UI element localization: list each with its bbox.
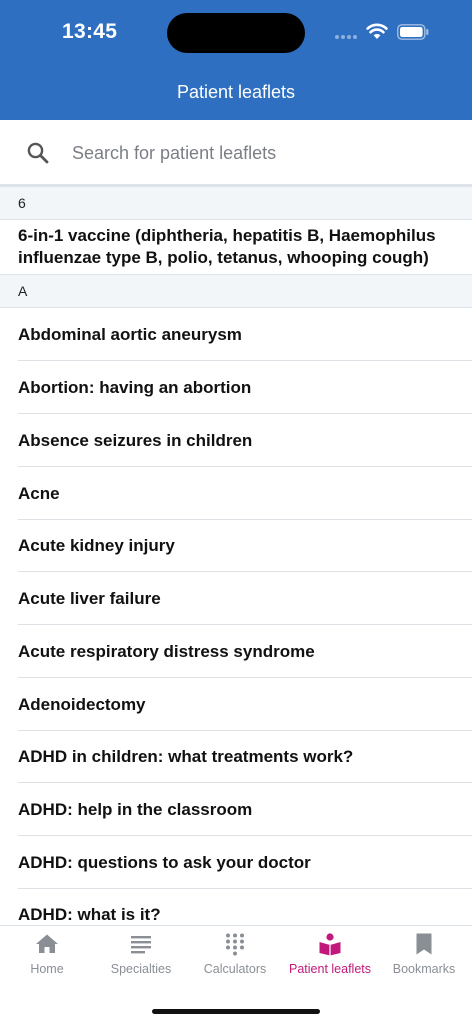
list-item-label: Acute liver failure	[18, 589, 161, 608]
list-icon	[131, 936, 151, 954]
list-item-label: Acne	[18, 484, 60, 503]
home-indicator	[152, 1009, 320, 1014]
battery-icon	[397, 24, 429, 40]
list-item[interactable]: Adenoidectomy	[0, 678, 472, 731]
tab-calculators[interactable]: Calculators	[188, 926, 282, 986]
tab-label: Patient leaflets	[289, 962, 371, 976]
home-icon	[36, 934, 58, 953]
list-item-label: ADHD: help in the classroom	[18, 800, 253, 819]
list-item-label: 6-in-1 vaccine (diphtheria, hepatitis B,…	[18, 226, 436, 267]
search-input[interactable]	[72, 138, 452, 168]
tab-bookmarks[interactable]: Bookmarks	[377, 926, 471, 986]
list-item[interactable]: Abortion: having an abortion	[0, 361, 472, 414]
list-item-label: Acute kidney injury	[18, 536, 175, 555]
book-icon	[319, 933, 341, 956]
tab-label: Specialties	[110, 962, 172, 976]
list-item[interactable]: Acute liver failure	[0, 572, 472, 625]
tab-patient-leaflets[interactable]: Patient leaflets	[283, 926, 377, 986]
search-bar	[0, 120, 472, 186]
list-item-label: Adenoidectomy	[18, 695, 146, 714]
app-header: 13:45 Patient leaflets	[0, 0, 472, 120]
tab-label: Bookmarks	[392, 962, 456, 976]
list-item[interactable]: ADHD: help in the classroom	[0, 783, 472, 836]
list-item-label: Abortion: having an abortion	[18, 378, 252, 397]
list-item-label: Absence seizures in children	[18, 431, 253, 450]
bookmark-icon	[416, 933, 432, 955]
list-item-label: ADHD in children: what treatments work?	[18, 747, 354, 766]
list-item[interactable]: ADHD in children: what treatments work?	[0, 731, 472, 783]
list-item[interactable]: Acute kidney injury	[0, 520, 472, 572]
list-item[interactable]: 6-in-1 vaccine (diphtheria, hepatitis B,…	[0, 220, 472, 273]
tab-home[interactable]: Home	[0, 926, 94, 986]
section-header-6: 6	[0, 186, 472, 220]
tab-specialties[interactable]: Specialties	[94, 926, 188, 986]
tab-label: Home	[30, 962, 64, 976]
cellular-signal-icon	[335, 34, 359, 40]
list-item[interactable]: Acne	[0, 467, 472, 520]
section-header-a: A	[0, 274, 472, 308]
list-item[interactable]: Absence seizures in children	[0, 414, 472, 467]
wifi-icon	[366, 23, 388, 39]
page-title: Patient leaflets	[176, 82, 296, 102]
status-time: 13:45	[62, 20, 118, 43]
tab-label: Calculators	[203, 962, 267, 976]
list-item[interactable]: Acute respiratory distress syndrome	[0, 625, 472, 678]
dynamic-island	[167, 13, 305, 53]
list-item-label: ADHD: what is it?	[18, 905, 161, 924]
list-item-label: Abdominal aortic aneurysm	[18, 325, 242, 344]
list-item[interactable]: Abdominal aortic aneurysm	[0, 308, 472, 361]
list-item[interactable]: ADHD: questions to ask your doctor	[0, 836, 472, 889]
keypad-icon	[226, 933, 244, 956]
list-item[interactable]: ADHD: what is it?	[0, 889, 472, 925]
list-item-label: ADHD: questions to ask your doctor	[18, 853, 311, 872]
search-icon	[27, 142, 49, 164]
list-item-label: Acute respiratory distress syndrome	[18, 642, 315, 661]
